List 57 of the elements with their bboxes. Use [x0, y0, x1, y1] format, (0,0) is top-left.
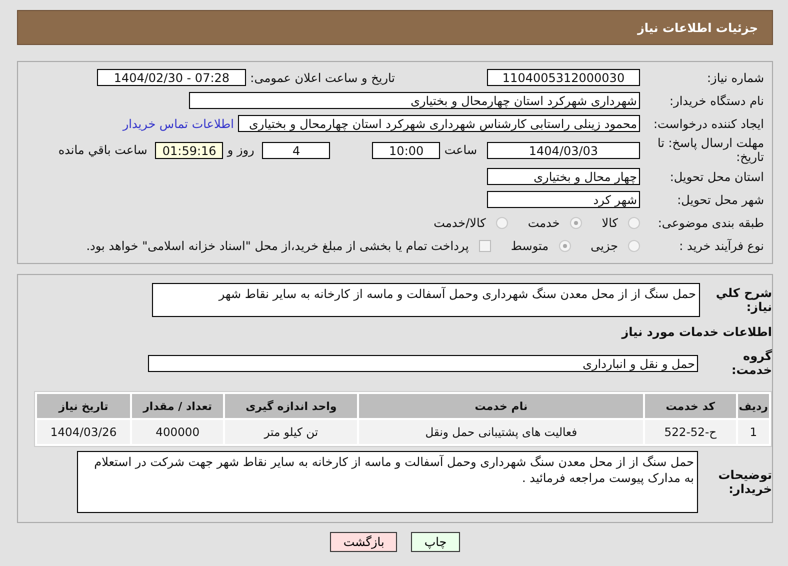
radio-button[interactable]	[628, 216, 640, 228]
field-label: روز و	[227, 143, 254, 157]
field-label: نام دستگاه خریدار:	[668, 94, 765, 108]
buyer-contact-link[interactable]: اطلاعات تماس خریدار	[122, 116, 234, 130]
need-number-field[interactable]: 1104005312000030	[487, 69, 640, 86]
field-label: شهر محل تحویل:	[676, 192, 765, 206]
table-cell: فعالیت های پشتیبانی حمل ونقل	[359, 420, 644, 444]
field-label: شرح کلي نياز:	[714, 286, 772, 314]
table-cell: 1404/03/26	[37, 420, 130, 444]
column-header: واحد اندازه گیری	[225, 394, 358, 418]
column-header: تاریخ نیاز	[37, 394, 130, 418]
days-field[interactable]: 4	[262, 142, 330, 158]
option-label: جزیی	[590, 238, 618, 252]
remaining-time-field[interactable]: 01:59:16	[155, 142, 224, 158]
requester-field[interactable]: محمود زینلی راستابی کارشناس شهرداری شهرکرد استان چهارمحال و بختیاری	[238, 115, 640, 132]
checkbox[interactable]	[478, 240, 491, 252]
table-cell: 1	[738, 420, 769, 444]
field-label: نوع فرآیند خرید :	[678, 238, 765, 252]
option-label: پرداخت تمام یا بخشی از مبلغ خرید،از محل "اسناد خزانه اسلامی" خواهد بود.	[86, 238, 469, 252]
column-header: کد خدمت	[645, 394, 736, 418]
buyer-notes-textarea[interactable]: حمل سنگ از از محل معدن سنگ شهرداری وحمل آسفالت و ماسه از کارخانه به سایر نقاط شهر جهت شرکت در استعلام به مدارک پیوست مراجعه فرمائید .	[77, 451, 698, 513]
action-button[interactable]: بازگشت	[330, 532, 398, 552]
service-group-field[interactable]: حمل و نقل و انبارداری	[148, 354, 698, 372]
table-cell: ح-52-522	[645, 420, 736, 444]
section-title: اطلاعات خدمات مورد نیاز	[620, 325, 772, 339]
radio-button[interactable]	[628, 240, 640, 252]
description-textarea[interactable]: حمل سنگ از از محل معدن سنگ شهرداری وحمل آسفالت و ماسه از کارخانه به سایر نقاط شهر	[152, 283, 700, 317]
field-label: استان محل تحویل:	[668, 170, 765, 184]
column-header: تعداد / مقدار	[132, 394, 224, 418]
field-label: طبقه بندی موضوعی:	[656, 216, 765, 230]
field-label: ساعت باقي مانده	[58, 143, 148, 157]
option-label: کالا/خدمت	[434, 216, 486, 230]
table-cell: تن کیلو متر	[225, 420, 358, 444]
action-button[interactable]: چاپ	[411, 532, 460, 552]
field-label: شماره نیاز:	[706, 70, 765, 84]
field-label: ایجاد کننده درخواست:	[652, 116, 765, 130]
page-title: جزئیات اطلاعات نیاز	[637, 20, 758, 34]
radio-button[interactable]	[570, 216, 582, 228]
city-field[interactable]: شهر کرد	[487, 191, 640, 208]
buyer-org-field[interactable]: شهرداری شهرکرد استان چهارمحال و بختیاری	[189, 92, 640, 109]
column-header: نام خدمت	[359, 394, 644, 418]
field-label: ساعت	[444, 143, 477, 157]
province-field[interactable]: چهار محال و بختیاری	[487, 168, 640, 185]
deadline-date-field[interactable]: 1404/03/03	[487, 142, 640, 158]
table-cell: 400000	[132, 420, 224, 444]
announce-date-field[interactable]: 1404/02/30 - 07:28	[97, 69, 246, 86]
field-label: توضیحات خریدار:	[717, 468, 772, 496]
column-header: ردیف	[738, 394, 769, 418]
field-label: تاریخ و ساعت اعلان عمومی:	[250, 70, 395, 84]
option-label: متوسط	[510, 238, 549, 252]
option-label: کالا	[602, 216, 618, 230]
field-label: مهلت ارسال پاسخ: تا تاریخ:	[656, 136, 765, 164]
option-label: خدمت	[528, 216, 560, 230]
radio-button[interactable]	[496, 216, 508, 228]
radio-button[interactable]	[558, 240, 571, 252]
deadline-time-field[interactable]: 10:00	[372, 142, 440, 158]
field-label: گروه خدمت:	[730, 349, 772, 377]
